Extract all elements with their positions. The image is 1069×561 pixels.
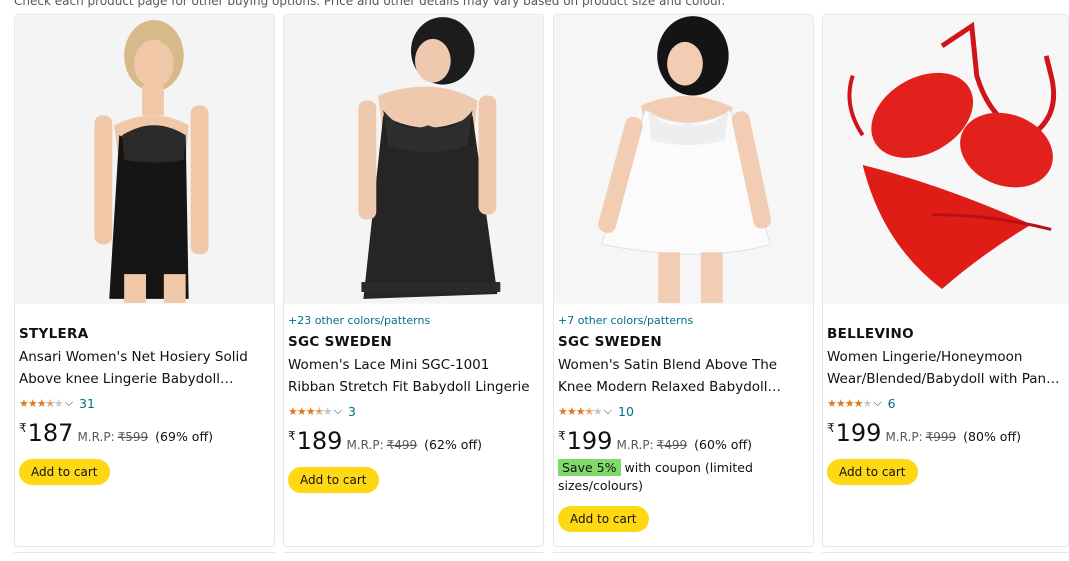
- other-colors-link[interactable]: +23 other colors/patterns: [288, 314, 539, 327]
- product-title-link[interactable]: Women's Lace Mini SGC-1001 Ribban Stretc…: [288, 354, 539, 398]
- currency-symbol: ₹: [19, 421, 27, 435]
- price-value[interactable]: 189: [297, 427, 343, 455]
- rating-count-link[interactable]: 3: [348, 404, 356, 419]
- price-value[interactable]: 199: [836, 419, 882, 447]
- product-title-link[interactable]: Women's Satin Blend Above The Knee Moder…: [558, 354, 809, 398]
- rating-count-link[interactable]: 31: [79, 396, 95, 411]
- discount-percent: (69% off): [155, 429, 213, 444]
- product-image-black-lace-babydoll[interactable]: [284, 15, 543, 304]
- mrp-label: M.R.P:: [616, 438, 654, 452]
- mrp-value: ₹599: [117, 430, 149, 444]
- product-card: STYLERA Ansari Women's Net Hosiery Solid…: [14, 14, 275, 547]
- product-card: +23 other colors/patterns SGC SWEDEN Wom…: [283, 14, 544, 547]
- product-image-red-lace-set[interactable]: [823, 15, 1068, 304]
- star-rating-icon[interactable]: ★★★★★: [827, 397, 872, 410]
- add-to-cart-button[interactable]: Add to cart: [288, 467, 379, 493]
- product-brand: SGC SWEDEN: [288, 334, 392, 350]
- other-colors-link[interactable]: +7 other colors/patterns: [558, 314, 809, 327]
- star-rating-icon[interactable]: ★★★✭★: [288, 405, 333, 418]
- currency-symbol: ₹: [288, 429, 296, 443]
- currency-symbol: ₹: [827, 421, 835, 435]
- product-brand: BELLEVINO: [827, 326, 914, 342]
- mrp-label: M.R.P:: [346, 438, 384, 452]
- discount-percent: (60% off): [694, 437, 752, 452]
- add-to-cart-button[interactable]: Add to cart: [558, 506, 649, 532]
- product-brand: SGC SWEDEN: [558, 334, 662, 350]
- product-card: +7 other colors/patterns SGC SWEDEN Wome…: [553, 14, 814, 547]
- star-rating-icon[interactable]: ★★★✭★: [19, 397, 64, 410]
- star-rating-icon[interactable]: ★★★✭★: [558, 405, 603, 418]
- product-title-link[interactable]: Ansari Women's Net Hosiery Solid Above k…: [19, 346, 270, 390]
- rating-count-link[interactable]: 10: [618, 404, 634, 419]
- coupon-badge: Save 5%: [558, 459, 621, 476]
- mrp-value: ₹999: [925, 430, 957, 444]
- rating-count-link[interactable]: 6: [888, 396, 896, 411]
- product-brand: STYLERA: [19, 326, 89, 342]
- chevron-down-icon[interactable]: ⌵: [604, 404, 612, 418]
- chevron-down-icon[interactable]: ⌵: [334, 404, 342, 418]
- product-image-white-satin-babydoll[interactable]: [554, 15, 813, 304]
- product-title-link[interactable]: Women Lingerie/Honeymoon Wear/Blended/Ba…: [827, 346, 1064, 390]
- mrp-value: ₹499: [656, 438, 688, 452]
- mrp-label: M.R.P:: [77, 430, 115, 444]
- add-to-cart-button[interactable]: Add to cart: [19, 459, 110, 485]
- currency-symbol: ₹: [558, 429, 566, 443]
- buying-options-notice: Check each product page for other buying…: [14, 0, 726, 8]
- chevron-down-icon[interactable]: ⌵: [65, 396, 73, 410]
- product-card: BELLEVINO Women Lingerie/Honeymoon Wear/…: [822, 14, 1069, 547]
- mrp-label: M.R.P:: [885, 430, 923, 444]
- price-value[interactable]: 199: [567, 427, 613, 455]
- product-image-black-net-babydoll[interactable]: [15, 15, 274, 304]
- discount-percent: (62% off): [424, 437, 482, 452]
- mrp-value: ₹499: [386, 438, 418, 452]
- add-to-cart-button[interactable]: Add to cart: [827, 459, 918, 485]
- price-value[interactable]: 187: [28, 419, 74, 447]
- discount-percent: (80% off): [963, 429, 1021, 444]
- chevron-down-icon[interactable]: ⌵: [873, 396, 881, 410]
